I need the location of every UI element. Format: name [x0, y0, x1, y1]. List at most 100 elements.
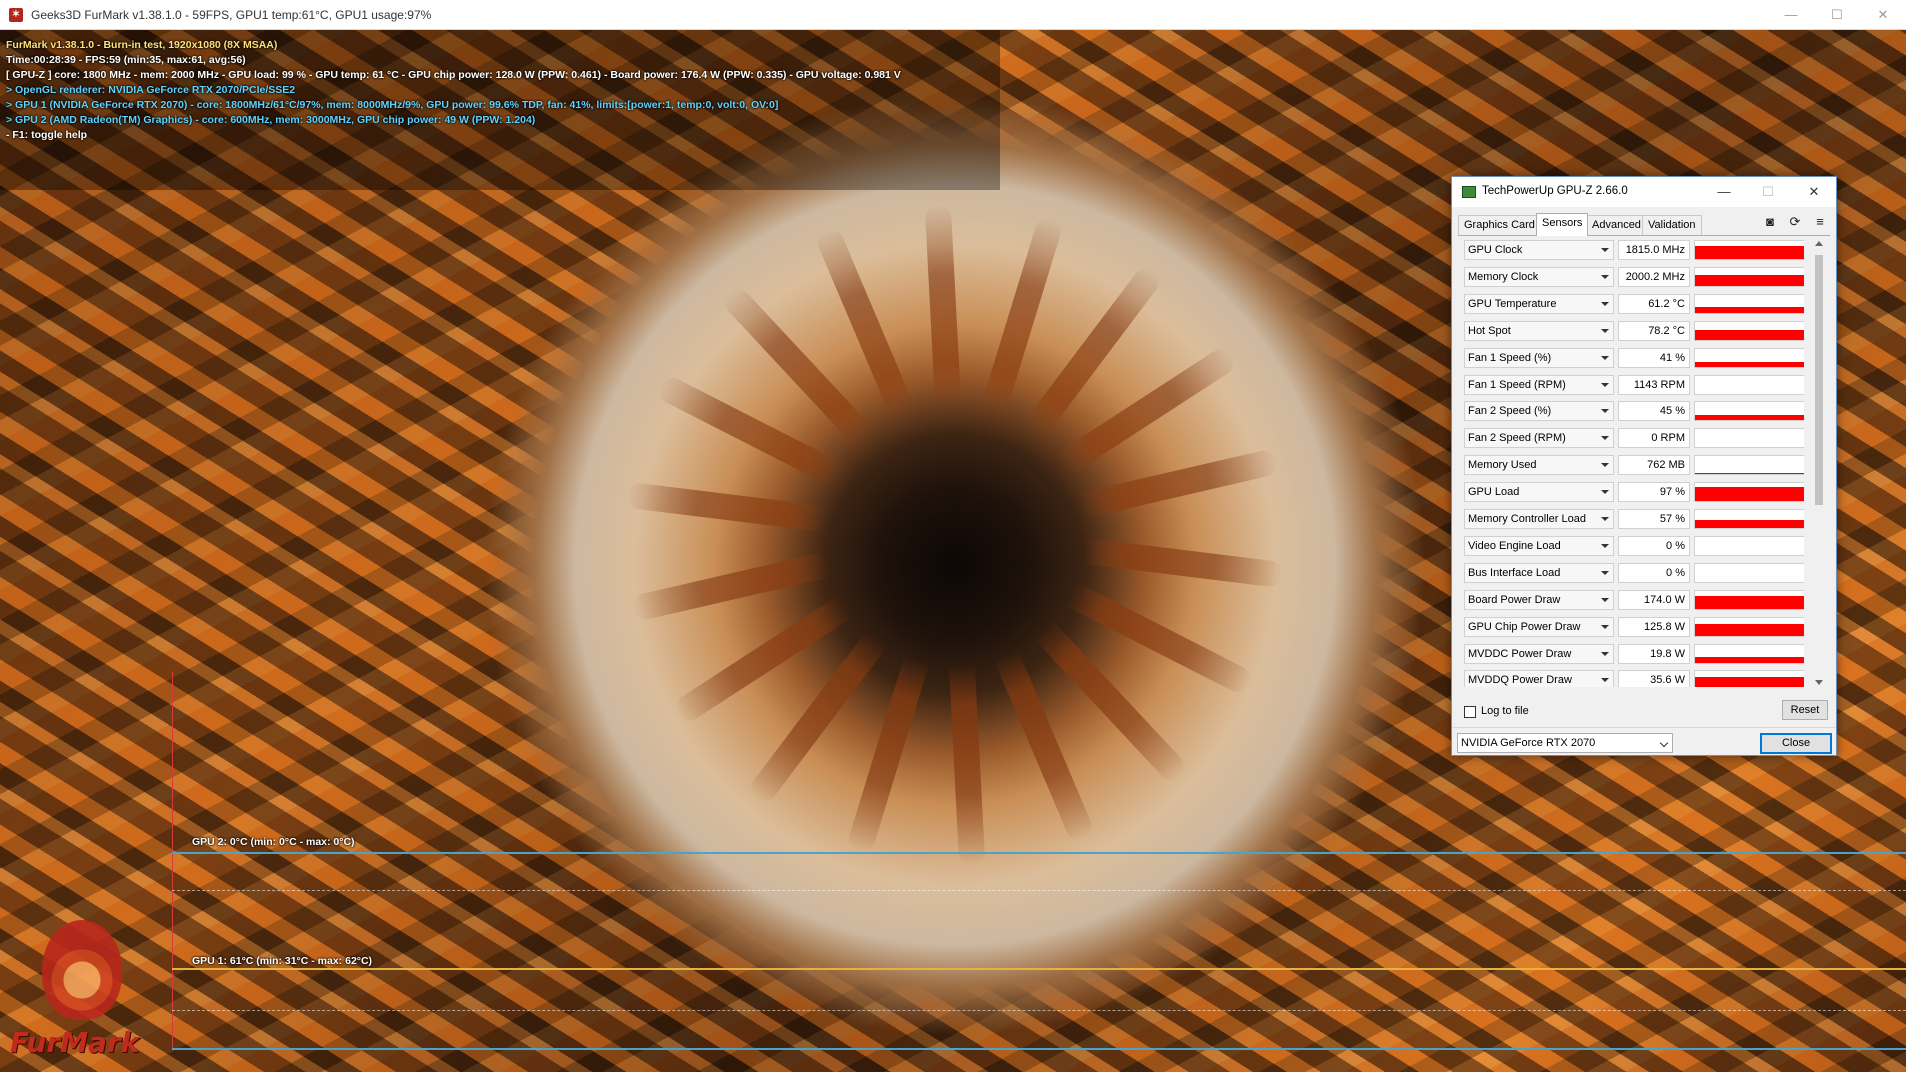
sensor-name-select[interactable]: Hot Spot: [1464, 320, 1614, 341]
refresh-icon[interactable]: ⟳: [1787, 214, 1803, 230]
sensor-name-select[interactable]: Fan 2 Speed (%): [1464, 401, 1614, 422]
sensor-graph: [1694, 616, 1804, 637]
sensor-value: 762 MB: [1618, 455, 1690, 476]
dropdown-arrow-icon[interactable]: [1601, 409, 1609, 414]
sensor-name: MVDDC Power Draw: [1468, 647, 1572, 660]
sensor-name: GPU Temperature: [1468, 297, 1557, 310]
scroll-up-icon[interactable]: [1815, 241, 1823, 246]
maximize-icon[interactable]: ☐: [1814, 0, 1860, 30]
sensor-graph-fill: [1695, 306, 1804, 313]
gpuz-maximize-icon: ☐: [1762, 184, 1774, 199]
sensor-list: GPU Clock 1815.0 MHz Memory Clock 2000.2 MH…: [1464, 239, 1804, 687]
close-button[interactable]: Close: [1760, 733, 1832, 754]
sensor-name-select[interactable]: Bus Interface Load: [1464, 562, 1614, 583]
sensor-name-select[interactable]: GPU Clock: [1464, 240, 1614, 260]
sensor-name: Video Engine Load: [1468, 539, 1561, 552]
dropdown-arrow-icon[interactable]: [1601, 543, 1609, 548]
tab-graphics-card[interactable]: Graphics Card: [1458, 215, 1541, 235]
tab-sensors[interactable]: Sensors: [1536, 213, 1589, 236]
sensor-name-select[interactable]: Fan 1 Speed (%): [1464, 347, 1614, 368]
sensor-value: 78.2 °C: [1618, 320, 1690, 341]
graph-axis-line: [172, 672, 173, 1050]
osd-gpu1-info: > GPU 1 (NVIDIA GeForce RTX 2070) - core…: [6, 99, 779, 111]
gpu1-graph-label: GPU 1: 61°C (min: 31°C - max: 62°C): [192, 955, 373, 967]
osd-time-fps: Time:00:28:39 - FPS:59 (min:35, max:61, …: [6, 54, 246, 66]
dropdown-arrow-icon[interactable]: [1601, 301, 1609, 306]
sensor-name: Fan 1 Speed (%): [1468, 351, 1552, 364]
sensor-name-select[interactable]: MVDDC Power Draw: [1464, 643, 1614, 664]
sensor-name-select[interactable]: Memory Used: [1464, 455, 1614, 476]
sensor-graph-fill: [1695, 595, 1804, 609]
sensor-name-select[interactable]: GPU Chip Power Draw: [1464, 616, 1614, 637]
sensor-name: Hot Spot: [1468, 324, 1511, 337]
sensor-name-select[interactable]: Fan 2 Speed (RPM): [1464, 428, 1614, 449]
camera-icon[interactable]: ◙: [1762, 214, 1778, 230]
dropdown-arrow-icon[interactable]: [1601, 570, 1609, 575]
sensor-row: Fan 2 Speed (%) 45 %: [1464, 400, 1804, 422]
graph-dashed-line: [172, 1010, 1906, 1011]
sensor-graph: [1694, 482, 1804, 503]
sensor-row: GPU Temperature 61.2 °C: [1464, 293, 1804, 315]
log-to-file-checkbox[interactable]: [1464, 706, 1476, 718]
sensor-name: Board Power Draw: [1468, 593, 1561, 606]
scroll-thumb[interactable]: [1815, 255, 1823, 505]
sensor-name-select[interactable]: GPU Temperature: [1464, 293, 1614, 314]
close-icon[interactable]: ✕: [1860, 0, 1906, 30]
sensor-scrollbar[interactable]: [1812, 237, 1826, 689]
sensor-graph-fill: [1695, 656, 1804, 663]
furmark-logo: FurMark: [10, 920, 160, 1065]
dropdown-arrow-icon[interactable]: [1601, 463, 1609, 468]
sensor-name-select[interactable]: Memory Clock: [1464, 266, 1614, 287]
sensor-name: MVDDQ Power Draw: [1468, 674, 1572, 687]
osd-renderer: > OpenGL renderer: NVIDIA GeForce RTX 20…: [6, 84, 296, 96]
dropdown-arrow-icon[interactable]: [1601, 355, 1609, 360]
sensor-graph: [1694, 670, 1804, 687]
gpuz-minimize-icon[interactable]: —: [1702, 177, 1746, 207]
menu-icon[interactable]: ≡: [1812, 214, 1828, 230]
dropdown-arrow-icon[interactable]: [1601, 624, 1609, 629]
sensor-value: 41 %: [1618, 347, 1690, 368]
sensor-name-select[interactable]: MVDDQ Power Draw: [1464, 670, 1614, 687]
dropdown-arrow-icon[interactable]: [1601, 490, 1609, 495]
sensor-name-select[interactable]: Memory Controller Load: [1464, 509, 1614, 529]
gpu1-graph-baseline: [172, 1048, 1906, 1050]
dropdown-arrow-icon[interactable]: [1601, 517, 1609, 521]
gpuz-close-icon[interactable]: ✕: [1792, 177, 1836, 207]
dropdown-arrow-icon[interactable]: [1601, 597, 1609, 602]
minimize-icon[interactable]: —: [1768, 0, 1814, 30]
device-select[interactable]: NVIDIA GeForce RTX 2070: [1457, 733, 1673, 753]
osd-overlay: FurMark v1.38.1.0 - Burn-in test, 1920x1…: [6, 38, 901, 143]
sensor-graph: [1694, 643, 1804, 664]
dropdown-arrow-icon[interactable]: [1601, 248, 1609, 252]
tab-validation[interactable]: Validation: [1642, 215, 1702, 235]
sensor-value: 1143 RPM: [1618, 374, 1690, 395]
sensor-value: 19.8 W: [1618, 643, 1690, 664]
sensor-name-select[interactable]: Board Power Draw: [1464, 589, 1614, 610]
sensor-row: Fan 2 Speed (RPM) 0 RPM: [1464, 427, 1804, 449]
sensor-value: 97 %: [1618, 482, 1690, 503]
sensor-name: GPU Load: [1468, 486, 1520, 499]
furmark-titlebar: ✶ Geeks3D FurMark v1.38.1.0 - 59FPS, GPU…: [0, 0, 1906, 30]
dropdown-arrow-icon[interactable]: [1601, 382, 1609, 387]
sensor-name-select[interactable]: Fan 1 Speed (RPM): [1464, 374, 1614, 395]
reset-button[interactable]: Reset: [1782, 700, 1828, 720]
sensor-name: Memory Controller Load: [1468, 513, 1586, 525]
dropdown-arrow-icon[interactable]: [1601, 678, 1609, 683]
device-select-value: NVIDIA GeForce RTX 2070: [1461, 737, 1596, 749]
scroll-down-icon[interactable]: [1815, 680, 1823, 685]
sensor-graph: [1694, 374, 1804, 395]
sensor-value: 61.2 °C: [1618, 293, 1690, 314]
dropdown-arrow-icon[interactable]: [1601, 328, 1609, 333]
sensor-graph-fill: [1695, 246, 1804, 259]
furmark-logo-text: FurMark: [10, 1026, 140, 1059]
sensor-name-select[interactable]: Video Engine Load: [1464, 535, 1614, 556]
sensor-name-select[interactable]: GPU Load: [1464, 482, 1614, 503]
sensor-row: Fan 1 Speed (%) 41 %: [1464, 347, 1804, 369]
sensor-graph: [1694, 401, 1804, 422]
dropdown-arrow-icon[interactable]: [1601, 274, 1609, 279]
dropdown-arrow-icon[interactable]: [1601, 436, 1609, 441]
gpuz-titlebar: TechPowerUp GPU-Z 2.66.0 — ☐ ✕: [1452, 177, 1836, 207]
sensor-name: GPU Chip Power Draw: [1468, 620, 1581, 633]
tab-advanced[interactable]: Advanced: [1586, 215, 1647, 235]
dropdown-arrow-icon[interactable]: [1601, 651, 1609, 656]
